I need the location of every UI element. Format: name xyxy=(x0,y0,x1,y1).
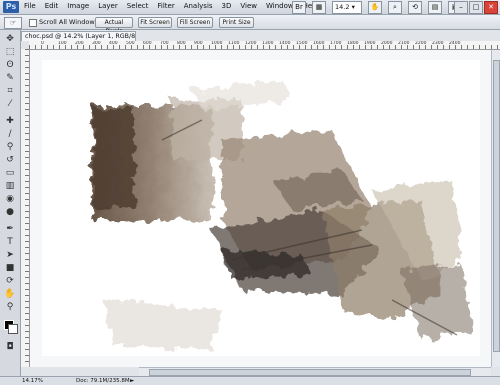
ruler-label: 1100 xyxy=(228,41,240,46)
gradient-tool-icon[interactable]: ▥ xyxy=(4,181,16,191)
painted-texture-image xyxy=(92,80,472,350)
3d-rotate-tool-icon[interactable]: ⟳ xyxy=(4,276,16,286)
menu-filter[interactable]: Filter xyxy=(157,2,174,10)
ruler-label: 2000 xyxy=(381,41,393,46)
ruler-label: 1600 xyxy=(313,41,325,46)
vertical-scrollbar[interactable] xyxy=(491,50,500,367)
photoshop-logo[interactable]: Ps xyxy=(3,1,19,13)
ruler-label: 1200 xyxy=(245,41,257,46)
marquee-tool-icon[interactable]: ⬚ xyxy=(4,47,16,57)
ruler-label: 900 xyxy=(194,41,203,46)
dodge-tool-icon[interactable]: ● xyxy=(4,207,16,217)
close-button[interactable]: ✕ xyxy=(484,1,498,14)
ruler-label: 600 xyxy=(143,41,152,46)
options-bar: ☞ Scroll All Windows Actual Pixels Fit S… xyxy=(0,15,500,35)
scroll-all-windows-label: Scroll All Windows xyxy=(39,18,99,26)
clone-stamp-tool-icon[interactable]: ⚲ xyxy=(4,142,16,152)
horizontal-scrollbar[interactable] xyxy=(139,367,491,376)
ruler-label: 1000 xyxy=(211,41,223,46)
brush-tool-icon[interactable]: ∕ xyxy=(4,129,16,139)
hand-tool-panel-icon[interactable]: ✋ xyxy=(4,289,16,299)
minimize-button[interactable]: – xyxy=(454,1,468,14)
zoom-tool-icon[interactable]: ⌕ xyxy=(388,0,402,14)
blur-tool-icon[interactable]: ◉ xyxy=(4,194,16,204)
background-color-swatch[interactable] xyxy=(8,324,18,334)
zoom-level-value: 14.2 xyxy=(335,2,350,11)
ruler-label: 1500 xyxy=(296,41,308,46)
ruler-label: 1800 xyxy=(347,41,359,46)
lasso-tool-icon[interactable]: ʘ xyxy=(4,60,16,70)
menu-analysis[interactable]: Analysis xyxy=(184,2,213,10)
chevron-down-icon: ▾ xyxy=(351,2,355,11)
path-selection-tool-icon[interactable]: ➤ xyxy=(4,250,16,260)
view-extras-button[interactable]: ▦ xyxy=(312,0,326,14)
ruler-label: 2200 xyxy=(415,41,427,46)
tools-panel: ✥ ⬚ ʘ ✎ ⌗ ⁄ ✚ ∕ ⚲ ↺ ▭ ▥ ◉ ● ✒ T ➤ ■ ⟳ ✋ … xyxy=(0,30,21,376)
print-size-button[interactable]: Print Size xyxy=(219,17,254,28)
crop-tool-icon[interactable]: ⌗ xyxy=(4,86,16,96)
eyedropper-tool-icon[interactable]: ⁄ xyxy=(4,99,16,109)
ruler-label: 2400 xyxy=(449,41,461,46)
ruler-label: 1300 xyxy=(262,41,274,46)
ruler-label: 700 xyxy=(160,41,169,46)
document-tab[interactable]: choc.psd @ 14.2% (Layer 1, RGB/8*) xyxy=(21,31,136,41)
shape-tool-icon[interactable]: ■ xyxy=(4,263,16,273)
ruler-label: 500 xyxy=(126,41,135,46)
quick-mask-icon[interactable]: ◘ xyxy=(4,342,16,352)
history-brush-tool-icon[interactable]: ↺ xyxy=(4,155,16,165)
ruler-ticks xyxy=(25,49,29,367)
menu-image[interactable]: Image xyxy=(67,2,89,10)
application-bar-controls: Br ▦ 14.2 ▾ ✋ ⌕ ⟲ ▤ ▣ xyxy=(292,0,462,14)
menu-items: File Edit Image Layer Select Filter Anal… xyxy=(24,2,319,10)
menu-edit[interactable]: Edit xyxy=(45,2,59,10)
document-window: choc.psd @ 14.2% (Layer 1, RGB/8*) 0 100… xyxy=(21,30,500,376)
ruler-label: 1400 xyxy=(279,41,291,46)
zoom-level-dropdown[interactable]: 14.2 ▾ xyxy=(332,0,362,14)
type-tool-icon[interactable]: T xyxy=(4,237,16,247)
menu-file[interactable]: File xyxy=(24,2,36,10)
ruler-label: 300 xyxy=(92,41,101,46)
menu-bar: Ps File Edit Image Layer Select Filter A… xyxy=(0,0,500,15)
arrange-documents-icon[interactable]: ▤ xyxy=(428,0,442,14)
zoom-tool-panel-icon[interactable]: ⚲ xyxy=(4,302,16,312)
rotate-view-icon[interactable]: ⟲ xyxy=(408,0,422,14)
document-canvas[interactable] xyxy=(42,60,480,356)
eraser-tool-icon[interactable]: ▭ xyxy=(4,168,16,178)
maximize-button[interactable]: □ xyxy=(469,1,483,14)
launch-bridge-button[interactable]: Br xyxy=(292,0,306,14)
ruler-label: 800 xyxy=(177,41,186,46)
ruler-label: 400 xyxy=(109,41,118,46)
healing-brush-tool-icon[interactable]: ✚ xyxy=(4,116,16,126)
horizontal-ruler[interactable]: 0 100 200 300 400 500 600 700 800 900 10… xyxy=(29,41,500,50)
vertical-ruler[interactable] xyxy=(21,49,30,367)
window-buttons: – □ ✕ xyxy=(454,1,498,14)
menu-3d[interactable]: 3D xyxy=(222,2,232,10)
hand-tool-icon[interactable]: ✋ xyxy=(368,0,382,14)
quick-select-tool-icon[interactable]: ✎ xyxy=(4,73,16,83)
scrollbar-thumb[interactable] xyxy=(149,369,471,376)
ruler-label: 0 xyxy=(41,41,44,46)
ruler-label: 1900 xyxy=(364,41,376,46)
fill-screen-button[interactable]: Fill Screen xyxy=(177,17,213,28)
menu-select[interactable]: Select xyxy=(127,2,149,10)
scroll-all-windows-checkbox[interactable] xyxy=(29,19,37,27)
menu-view[interactable]: View xyxy=(240,2,257,10)
fit-screen-button[interactable]: Fit Screen xyxy=(138,17,172,28)
ruler-label: 1700 xyxy=(330,41,342,46)
canvas-area[interactable] xyxy=(30,50,491,367)
tool-preset-picker[interactable]: ☞ xyxy=(4,17,22,29)
ruler-label: 200 xyxy=(75,41,84,46)
pen-tool-icon[interactable]: ✒ xyxy=(4,224,16,234)
actual-pixels-button[interactable]: Actual Pixels xyxy=(95,17,133,35)
ruler-label: 100 xyxy=(58,41,67,46)
move-tool-icon[interactable]: ✥ xyxy=(4,34,16,44)
ruler-label: 2100 xyxy=(398,41,410,46)
ruler-label: 2300 xyxy=(432,41,444,46)
menu-window[interactable]: Window xyxy=(266,2,294,10)
menu-layer[interactable]: Layer xyxy=(98,2,118,10)
scrollbar-thumb[interactable] xyxy=(493,60,500,352)
